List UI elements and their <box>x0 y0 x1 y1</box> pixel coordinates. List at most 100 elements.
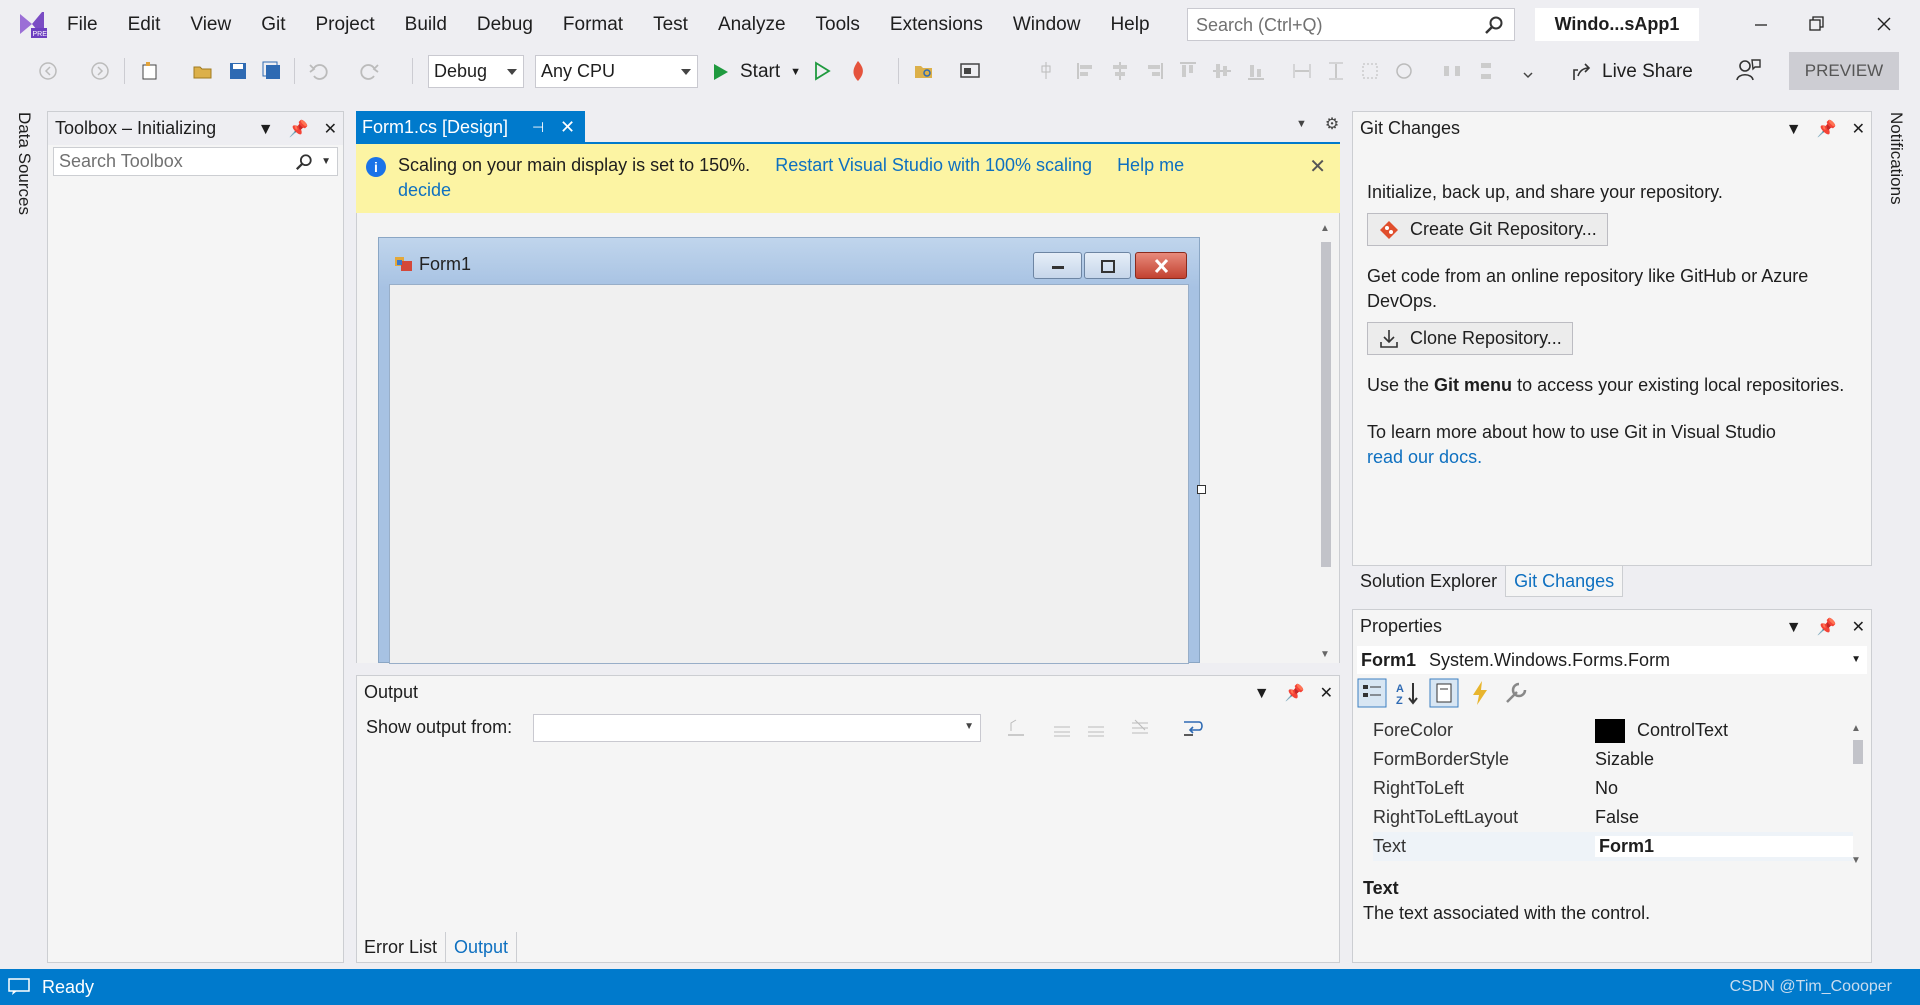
search-input[interactable]: Search (Ctrl+Q) <box>1187 8 1515 41</box>
form-close-button[interactable] <box>1135 252 1187 279</box>
menu-file[interactable]: File <box>52 0 113 50</box>
menu-tools[interactable]: Tools <box>801 0 875 50</box>
menu-build[interactable]: Build <box>390 0 462 50</box>
toolbox-search-input[interactable]: Search Toolbox ▼ <box>53 147 338 176</box>
preview-badge[interactable]: PREVIEW <box>1789 52 1899 90</box>
property-value[interactable]: Sizable <box>1595 749 1853 770</box>
find-message-icon[interactable] <box>1005 717 1027 739</box>
menu-debug[interactable]: Debug <box>462 0 548 50</box>
platform-dropdown[interactable]: Any CPU <box>535 55 698 88</box>
pin-icon[interactable]: 📌 <box>1817 619 1837 636</box>
make-same-width-icon[interactable] <box>1290 59 1314 83</box>
restart-scaling-link[interactable]: Restart Visual Studio with 100% scaling <box>775 155 1092 175</box>
menu-project[interactable]: Project <box>301 0 390 50</box>
align-lefts-icon[interactable] <box>1074 59 1098 83</box>
start-without-debugging-icon[interactable] <box>810 59 834 83</box>
pin-icon[interactable]: 📌 <box>1817 121 1837 138</box>
align-to-grid-icon[interactable] <box>1034 59 1058 83</box>
read-our-docs-link[interactable]: read our docs. <box>1367 445 1857 470</box>
close-icon[interactable]: ✕ <box>1309 154 1326 179</box>
vertical-spacing-icon[interactable] <box>1474 59 1498 83</box>
pin-icon[interactable]: 📌 <box>289 121 309 138</box>
tab-git-changes[interactable]: Git Changes <box>1505 566 1624 597</box>
make-same-height-icon[interactable] <box>1324 59 1348 83</box>
properties-object-selector[interactable]: Form1 System.Windows.Forms.Form ▼ <box>1357 646 1867 674</box>
form-minimize-button[interactable] <box>1033 252 1082 279</box>
property-pages-wrench-icon[interactable] <box>1501 678 1531 708</box>
menu-git[interactable]: Git <box>246 0 300 50</box>
pin-icon[interactable]: 📌 <box>1285 685 1305 702</box>
property-grid-scrollbar[interactable]: ▲ ▼ <box>1851 716 1865 866</box>
menu-window[interactable]: Window <box>998 0 1096 50</box>
tab-output[interactable]: Output <box>445 931 518 963</box>
property-value[interactable]: False <box>1595 807 1853 828</box>
data-sources-tab[interactable]: Data Sources <box>14 112 34 215</box>
scroll-up-icon[interactable]: ▲ <box>1851 723 1861 734</box>
events-lightning-icon[interactable] <box>1465 678 1495 708</box>
chevron-down-icon[interactable]: ▼ <box>1786 121 1802 138</box>
create-git-repository-button[interactable]: Create Git Repository... <box>1367 213 1608 246</box>
new-project-icon[interactable] <box>138 59 162 83</box>
property-row-righttoleftlayout[interactable]: RightToLeftLayout False <box>1373 803 1853 832</box>
navigate-back-icon[interactable] <box>36 59 60 83</box>
form-resize-handle[interactable] <box>1197 485 1206 494</box>
horizontal-spacing-icon[interactable] <box>1440 59 1464 83</box>
gear-icon[interactable]: ⚙ <box>1325 114 1339 134</box>
output-source-dropdown[interactable]: ▼ <box>533 714 981 742</box>
scroll-down-icon[interactable]: ▼ <box>1851 855 1861 866</box>
align-tops-icon[interactable] <box>1176 59 1200 83</box>
format-zoom-icon[interactable] <box>1392 59 1416 83</box>
solution-name[interactable]: Windo...sApp1 <box>1535 8 1699 41</box>
menu-extensions[interactable]: Extensions <box>875 0 998 50</box>
scroll-down-icon[interactable]: ▼ <box>1320 649 1330 660</box>
open-file-icon[interactable] <box>191 59 215 83</box>
save-icon[interactable] <box>226 59 250 83</box>
configuration-dropdown[interactable]: Debug <box>428 55 524 88</box>
live-share-button[interactable]: Live Share <box>1570 55 1693 88</box>
align-centers-icon[interactable] <box>1108 59 1132 83</box>
save-all-icon[interactable] <box>260 59 284 83</box>
designer-vertical-scrollbar[interactable]: ▲ ▼ <box>1316 223 1336 660</box>
alphabetical-icon[interactable]: AZ <box>1393 678 1423 708</box>
tab-error-list[interactable]: Error List <box>356 932 445 963</box>
help-me-decide-link[interactable]: Help me <box>1117 155 1184 175</box>
property-value[interactable]: ControlText <box>1595 718 1853 743</box>
output-text-area[interactable] <box>357 748 1339 936</box>
tab-order-icon[interactable] <box>958 59 982 83</box>
previous-message-icon[interactable] <box>1051 717 1073 739</box>
align-bottoms-icon[interactable] <box>1244 59 1268 83</box>
property-row-forecolor[interactable]: ForeColor ControlText <box>1373 716 1853 745</box>
hot-reload-icon[interactable] <box>846 59 870 83</box>
word-wrap-icon[interactable] <box>1181 717 1205 739</box>
clone-repository-button[interactable]: Clone Repository... <box>1367 322 1573 355</box>
close-icon[interactable]: ✕ <box>324 121 337 138</box>
form1-designer-window[interactable]: Form1 <box>378 237 1200 664</box>
feedback-icon[interactable] <box>1734 56 1762 84</box>
minimize-window-icon[interactable] <box>1737 4 1785 44</box>
chevron-down-icon[interactable]: ▼ <box>790 66 801 78</box>
next-message-icon[interactable] <box>1085 717 1107 739</box>
menu-view[interactable]: View <box>175 0 246 50</box>
clear-all-icon[interactable] <box>1129 717 1151 739</box>
menu-test[interactable]: Test <box>638 0 703 50</box>
navigate-forward-icon[interactable] <box>88 59 112 83</box>
help-me-decide-link-cont[interactable]: decide <box>398 180 451 200</box>
toolbar-overflow-icon[interactable] <box>1516 59 1540 83</box>
property-row-righttoleft[interactable]: RightToLeft No <box>1373 774 1853 803</box>
chevron-down-icon[interactable]: ▼ <box>1254 685 1270 702</box>
property-value[interactable]: Form1 <box>1595 836 1853 857</box>
close-icon[interactable]: ✕ <box>1852 619 1865 636</box>
chevron-down-icon[interactable]: ▼ <box>321 148 331 175</box>
property-row-formborderstyle[interactable]: FormBorderStyle Sizable <box>1373 745 1853 774</box>
chevron-down-icon[interactable]: ▼ <box>258 121 274 138</box>
tab-list-chevron-down-icon[interactable]: ▼ <box>1296 118 1307 130</box>
chevron-down-icon[interactable]: ▼ <box>1786 619 1802 636</box>
start-debugging-button[interactable]: Start ▼ <box>710 55 801 88</box>
form-maximize-button[interactable] <box>1084 252 1131 279</box>
properties-view-icon[interactable] <box>1429 678 1459 708</box>
find-in-files-icon[interactable] <box>912 59 936 83</box>
redo-icon[interactable] <box>358 59 382 83</box>
scrollbar-thumb[interactable] <box>1321 242 1331 567</box>
notifications-tab[interactable]: Notifications <box>1886 112 1906 205</box>
scrollbar-thumb[interactable] <box>1853 740 1863 764</box>
